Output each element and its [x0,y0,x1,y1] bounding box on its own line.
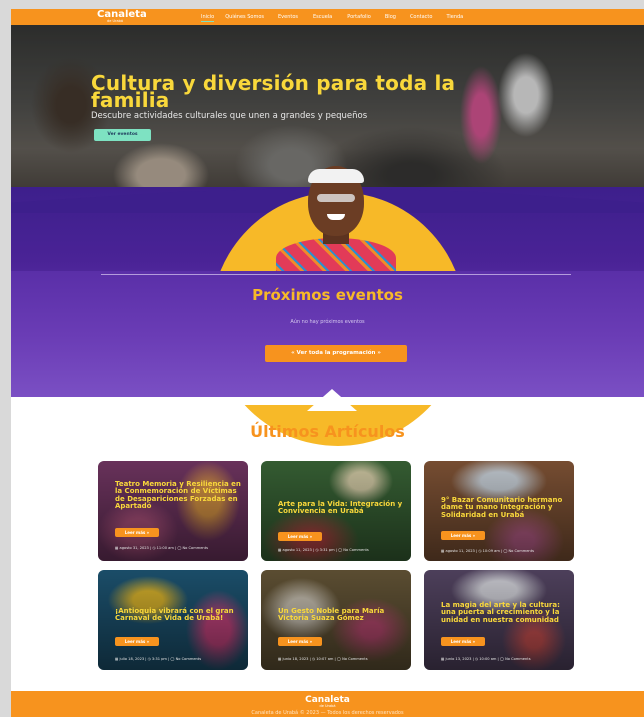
article-meta: ▦ agosto 31, 2023 | ◷ 11:00 am | ◯ No Co… [115,546,208,550]
article-title[interactable]: Un Gesto Noble para María Victoria Suaza… [278,607,404,623]
nav-item-contacto[interactable]: Contacto [410,13,433,22]
ver-programacion-button[interactable]: « Ver toda la programación » [265,345,407,362]
footer-copyright: Canaleta de Urabá © 2023 — Todos los der… [251,710,404,716]
article-meta: ▦ junio 18, 2023 | ◷ 10:07 am | ◯ No Com… [278,657,368,661]
read-more-button[interactable]: Leer más » [278,637,322,646]
hero-title: Cultura y diversión para toda la familia [91,71,456,112]
article-title[interactable]: 9° Bazar Comunitario hermano dame tu man… [441,496,567,519]
article-title[interactable]: Arte para la Vida: Integración y Convive… [278,500,404,516]
article-card[interactable]: Un Gesto Noble para María Victoria Suaza… [261,570,411,670]
article-meta: ▦ agosto 11, 2023 | ◷ 3:31 pm | ◯ No Com… [278,548,369,552]
hero-subtitle: Descubre actividades culturales que unen… [91,111,368,121]
nav-item-tienda[interactable]: Tienda [446,13,463,22]
read-more-button[interactable]: Leer más » [441,637,485,646]
site-footer: Canaleta de Urabá Canaleta de Urabá © 20… [11,691,644,717]
nav-item-portafolio[interactable]: Portafolio [347,13,371,22]
top-navbar: Canaleta de Urabá Inicio Quiénes Somos E… [11,9,644,25]
ver-eventos-button[interactable]: Ver eventos [94,129,151,141]
article-card[interactable]: La magia del arte y la cultura: una puer… [424,570,574,670]
article-card[interactable]: Teatro Memoria y Resiliencia en la Conme… [98,461,248,561]
events-divider [101,274,571,275]
read-more-button[interactable]: Leer más » [115,528,159,537]
article-meta: ▦ julio 18, 2023 | ◷ 3:31 pm | ◯ No Comm… [115,657,202,661]
article-meta: ▦ junio 13, 2023 | ◷ 10:00 am | ◯ No Com… [441,657,531,661]
article-card[interactable]: 9° Bazar Comunitario hermano dame tu man… [424,461,574,561]
portrait-headband [308,169,364,183]
articles-title: Últimos Artículos [250,422,405,441]
events-title: Próximos eventos [252,286,403,304]
article-meta: ▦ agosto 11, 2023 | ◷ 10:09 am | ◯ No Co… [441,549,534,553]
article-card[interactable]: Arte para la Vida: Integración y Convive… [261,461,411,561]
article-title[interactable]: Teatro Memoria y Resiliencia en la Conme… [115,480,241,510]
article-title[interactable]: ¡Antioquia vibrará con el gran Carnaval … [115,607,241,623]
main-nav: Inicio Quiénes Somos Eventos Escuela Por… [201,13,463,22]
nav-item-inicio[interactable]: Inicio [201,13,215,22]
read-more-button[interactable]: Leer más » [278,532,322,541]
read-more-button[interactable]: Leer más » [115,637,159,646]
nav-item-escuela[interactable]: Escuela [313,13,332,22]
brand-logo-sub: de Urabá [107,19,123,23]
nav-item-blog[interactable]: Blog [385,13,396,22]
events-empty-text: Aún no hay próximos eventos [290,319,365,325]
read-more-button[interactable]: Leer más » [441,531,485,540]
footer-logo-sub: de Urabá [319,704,336,708]
page: Canaleta de Urabá Inicio Quiénes Somos E… [11,9,644,717]
dancer-portrait-image [271,164,401,271]
article-title[interactable]: La magia del arte y la cultura: una puer… [441,601,567,624]
nav-item-quienes-somos[interactable]: Quiénes Somos [225,13,264,22]
portrait-glasses [317,194,355,202]
article-card[interactable]: ¡Antioquia vibrará con el gran Carnaval … [98,570,248,670]
nav-item-eventos[interactable]: Eventos [278,13,298,22]
